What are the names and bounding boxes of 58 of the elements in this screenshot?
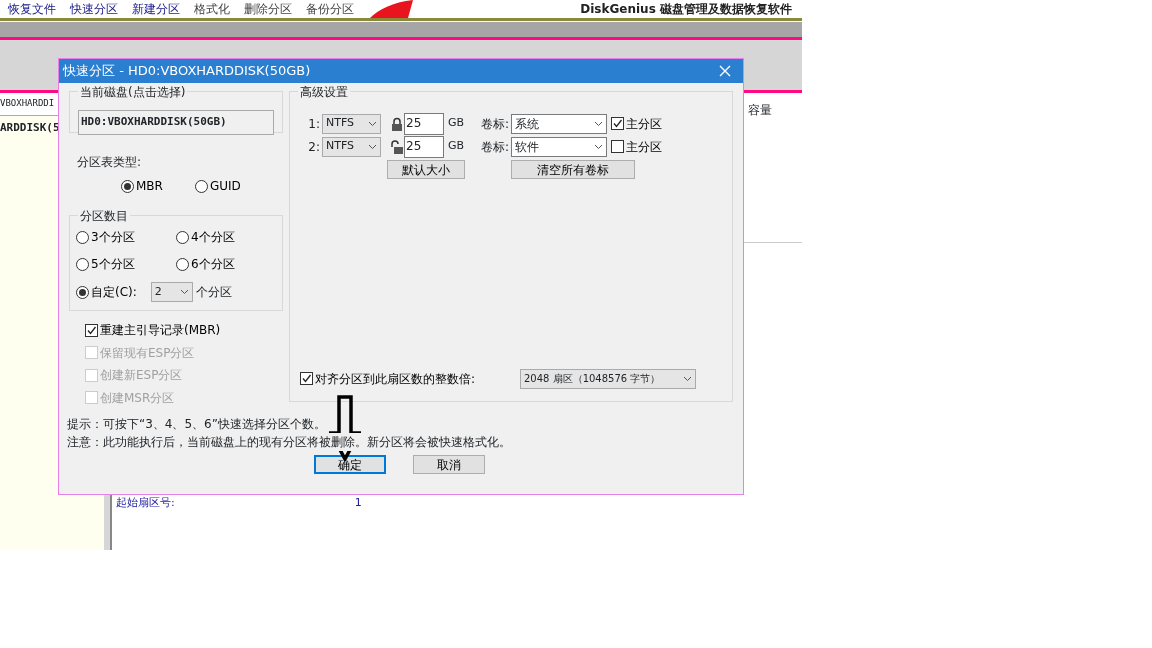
dropdown[interactable]: NTFS: [322, 113, 381, 134]
radio-button[interactable]: 3个分区: [76, 228, 176, 246]
checkbox[interactable]: 主分区: [611, 112, 663, 135]
dropdown[interactable]: NTFS: [322, 136, 381, 157]
group-legend: 高级设置: [298, 83, 350, 101]
checkbox[interactable]: 对齐分区到此扇区数的整数倍:: [300, 367, 520, 390]
unit-label: GB: [448, 138, 466, 155]
radio-button[interactable]: MBR: [121, 177, 163, 195]
field-label: 卷标:: [481, 138, 510, 156]
checkbox[interactable]: 重建主引导记录(MBR): [85, 319, 221, 342]
radio-button[interactable]: 6个分区: [176, 255, 276, 273]
toolbar-item[interactable]: 备份分区: [306, 0, 354, 18]
unit-label: GB: [448, 115, 466, 132]
caret-icon: [368, 143, 377, 150]
caret-icon: [368, 120, 377, 127]
dropdown[interactable]: 2048 扇区（1048576 字节）: [520, 368, 696, 389]
row-index: 1:: [307, 115, 321, 133]
push-button[interactable]: 默认大小: [387, 160, 465, 179]
caret-icon: [594, 120, 604, 127]
column-header: 容量: [748, 102, 772, 119]
checkbox[interactable]: 主分区: [611, 135, 663, 158]
toolbar-item[interactable]: 删除分区: [244, 0, 292, 18]
toolbar-item[interactable]: 快速分区: [70, 0, 118, 18]
window-title: 快速分区 - HD0:VBOXHARDDISK(50GB): [63, 62, 311, 81]
toolbar-item[interactable]: 新建分区: [132, 0, 180, 18]
dropdown[interactable]: 系统: [511, 113, 608, 134]
radio-button[interactable]: 5个分区: [76, 255, 176, 273]
field-label: 卷标:: [481, 115, 510, 133]
dropdown[interactable]: 软件: [511, 136, 608, 157]
field-label: 起始扇区号:: [116, 494, 175, 511]
dropdown[interactable]: 2: [150, 282, 193, 302]
row-index: 2:: [307, 138, 321, 156]
field-value: 1: [354, 494, 362, 511]
caret-icon: [594, 143, 604, 150]
push-button[interactable]: 清空所有卷标: [511, 160, 635, 179]
check-icon: [86, 324, 97, 336]
radio-button[interactable]: GUID: [194, 177, 241, 195]
disk-field[interactable]: HD0:VBOXHARDDISK(50GB): [78, 110, 274, 135]
radio-button[interactable]: 自定(C):: [76, 283, 137, 301]
caret-icon: [179, 289, 189, 295]
group-legend: 分区数目: [78, 207, 130, 225]
lock-icon[interactable]: [391, 116, 403, 131]
radio-button[interactable]: 4个分区: [176, 228, 276, 246]
caret-icon: [683, 375, 692, 382]
check-icon: [612, 118, 624, 129]
toolbar-item[interactable]: 恢复文件: [8, 0, 56, 18]
app-title: DiskGenius 磁盘管理及数据恢复软件: [580, 1, 793, 18]
check-icon: [301, 373, 312, 385]
group-legend: 当前磁盘(点击选择): [78, 83, 188, 101]
field-label: 分区表类型:: [77, 154, 143, 171]
toolbar-item[interactable]: 格式化: [194, 0, 230, 18]
field-label: 个分区: [195, 284, 232, 301]
unlock-icon[interactable]: [391, 139, 403, 154]
close-icon: [719, 65, 731, 77]
push-button[interactable]: 确定: [314, 455, 386, 474]
size-field[interactable]: 25: [404, 112, 444, 135]
size-field[interactable]: 25: [404, 135, 444, 158]
push-button[interactable]: 取消: [413, 455, 485, 474]
